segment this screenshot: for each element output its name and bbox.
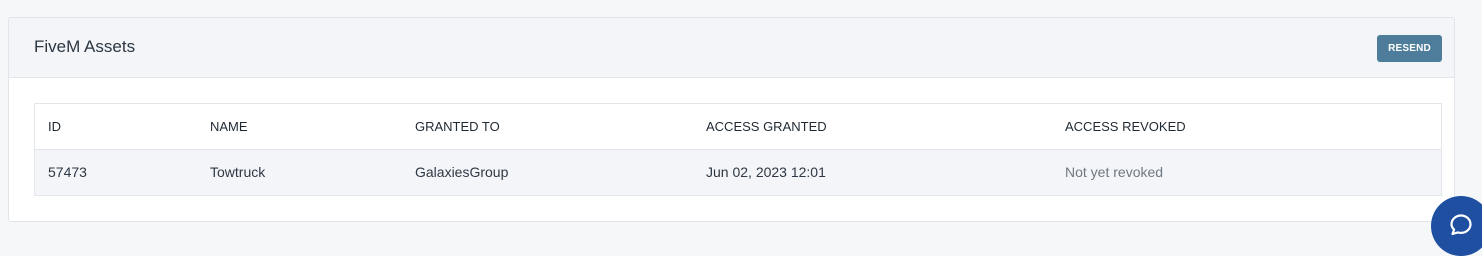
column-header-name: NAME — [197, 104, 402, 150]
cell-name: Towtruck — [197, 149, 402, 195]
assets-card: FiveM Assets RESEND ID NAME GRANTED TO A… — [8, 17, 1455, 222]
column-header-id: ID — [35, 104, 197, 150]
assets-table: ID NAME GRANTED TO ACCESS GRANTED ACCESS… — [34, 103, 1442, 196]
table-header-row: ID NAME GRANTED TO ACCESS GRANTED ACCESS… — [35, 104, 1441, 150]
cell-granted-to: GalaxiesGroup — [402, 149, 693, 195]
cell-id: 57473 — [35, 149, 197, 195]
cell-access-granted: Jun 02, 2023 12:01 — [693, 149, 1052, 195]
column-header-granted-to: GRANTED TO — [402, 104, 693, 150]
table-row: 57473 Towtruck GalaxiesGroup Jun 02, 202… — [35, 149, 1441, 195]
column-header-access-granted: ACCESS GRANTED — [693, 104, 1052, 150]
card-title: FiveM Assets — [34, 37, 136, 56]
cell-access-revoked: Not yet revoked — [1052, 149, 1441, 195]
card-header: FiveM Assets RESEND — [9, 18, 1454, 78]
column-header-access-revoked: ACCESS REVOKED — [1052, 104, 1441, 150]
chat-bubble-icon — [1449, 213, 1473, 242]
chat-launcher-button[interactable] — [1431, 196, 1482, 256]
resend-button[interactable]: RESEND — [1377, 35, 1442, 62]
